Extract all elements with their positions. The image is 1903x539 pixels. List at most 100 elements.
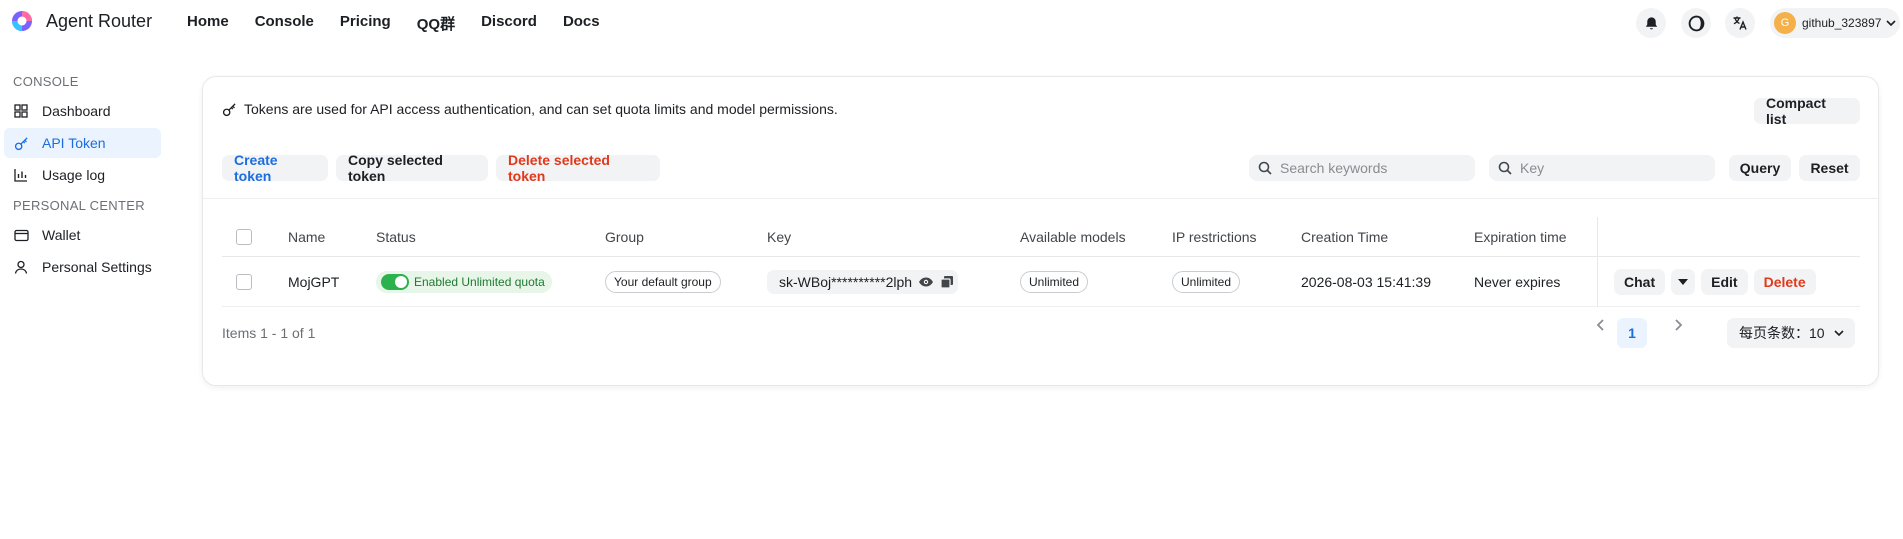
chevron-left-icon [1596,319,1604,331]
language-button[interactable] [1725,8,1755,38]
sidebar-item-label: Personal Settings [42,259,152,275]
nav-pricing[interactable]: Pricing [340,13,391,34]
brand-name[interactable]: Agent Router [46,11,152,32]
column-header-available-models[interactable]: Available models [1020,217,1126,256]
delete-selected-token-button[interactable]: Delete selected token [496,152,660,184]
ip-cell: Unlimited [1172,257,1241,306]
select-all-checkbox[interactable] [236,228,252,245]
sidebar-item-label: API Token [42,135,106,151]
token-name: MojGPT [288,273,340,290]
nav-console[interactable]: Console [255,13,314,34]
sidebar-item-dashboard[interactable]: Dashboard [4,96,161,126]
tokens-card: Tokens are used for API access authentic… [202,76,1879,386]
dashboard-icon [13,103,29,119]
chevron-down-icon [1834,330,1844,337]
key-input[interactable] [1520,160,1700,176]
copy-icon[interactable] [940,275,954,289]
reset-button[interactable]: Reset [1799,155,1860,181]
pagination: 1 [1617,318,1647,348]
sidebar-item-wallet[interactable]: Wallet [4,220,161,250]
sidebar-item-label: Dashboard [42,103,111,119]
key-icon [222,102,237,117]
column-header-creation-time[interactable]: Creation Time [1301,217,1388,256]
page-number-button[interactable]: 1 [1617,318,1647,348]
status-cell: Enabled Unlimited quota [376,257,552,306]
chat-button[interactable]: Chat [1614,268,1666,295]
select-all-cell [236,217,252,256]
prev-page-button[interactable] [1595,318,1607,332]
chevron-down-icon [1886,20,1896,27]
status-text: Enabled Unlimited quota [414,274,545,289]
table-row[interactable]: MojGPT Enabled Unlimited quota Your defa… [222,257,1860,307]
page-size-label: 每页条数：10 [1739,325,1825,341]
card-header: Tokens are used for API access authentic… [203,77,1878,199]
moon-icon [1688,15,1704,31]
search-icon [1498,161,1512,175]
nav-qq-group[interactable]: QQ群 [417,13,455,34]
nav-home[interactable]: Home [187,13,229,34]
search-icon [1258,161,1272,175]
row-actions: Chat Edit Delete [1614,257,1816,306]
key-icon [13,135,29,151]
translate-icon [1733,16,1747,30]
copy-selected-token-button[interactable]: Copy selected token [336,152,488,184]
key-cell: sk-WBoj**********2lph [767,257,959,306]
models-cell: Unlimited [1020,257,1089,306]
row-checkbox[interactable] [236,273,252,290]
ip-restrictions-tag: Unlimited [1172,270,1241,293]
column-header-expiration-time[interactable]: Expiration time [1474,217,1567,256]
expiration-time: Never expires [1474,273,1561,290]
token-enabled-toggle[interactable] [381,273,409,290]
models-tag: Unlimited [1020,270,1089,293]
user-icon [13,259,29,275]
chat-dropdown-button[interactable] [1671,268,1696,295]
column-header-name[interactable]: Name [288,217,325,256]
notice-text: Tokens are used for API access authentic… [244,101,838,117]
key-search-box [1489,155,1715,181]
chevron-right-icon [1675,319,1683,331]
page-size-control: 每页条数：10 [1727,318,1855,348]
token-key-box: sk-WBoj**********2lph [767,269,959,294]
caret-down-icon [1678,278,1689,285]
column-header-status[interactable]: Status [376,217,416,256]
row-select-cell [236,257,252,306]
search-keywords-input[interactable] [1280,160,1460,176]
sidebar: CONSOLE Dashboard API Token Usage log PE… [0,70,170,284]
delete-button[interactable]: Delete [1753,268,1816,295]
sidebar-item-label: Usage log [42,167,106,183]
creation-time: 2026-08-03 15:41:39 [1301,273,1431,290]
column-header-key[interactable]: Key [767,217,791,256]
bell-icon [1645,16,1657,29]
nav-discord[interactable]: Discord [481,13,537,34]
tokens-table: Name Status Group Key Available models I… [222,217,1860,307]
sidebar-item-label: Wallet [42,227,81,243]
theme-toggle-button[interactable] [1681,8,1711,38]
sidebar-item-personal-settings[interactable]: Personal Settings [4,252,161,282]
tokens-notice: Tokens are used for API access authentic… [222,101,838,117]
sidebar-item-api-token[interactable]: API Token [4,128,161,158]
top-navbar: Agent Router Home Console Pricing QQ群 Di… [0,0,1903,44]
compact-list-button[interactable]: Compact list [1754,95,1860,127]
query-button[interactable]: Query [1729,155,1791,181]
group-tag: Your default group [605,270,721,293]
group-cell: Your default group [605,257,721,306]
nav-docs[interactable]: Docs [563,13,600,34]
column-header-group[interactable]: Group [605,217,644,256]
table-header: Name Status Group Key Available models I… [222,217,1860,257]
page-size-select[interactable]: 每页条数：10 [1727,318,1855,348]
create-token-button[interactable]: Create token [222,152,328,184]
eye-icon[interactable] [918,276,934,288]
user-menu[interactable]: G github_323897 [1770,8,1900,38]
notifications-button[interactable] [1636,8,1666,38]
keyword-search-box [1249,155,1475,181]
logo-icon[interactable] [11,10,33,32]
status-badge: Enabled Unlimited quota [376,270,552,293]
main-nav: Home Console Pricing QQ群 Discord Docs [187,13,600,34]
sidebar-item-usage-log[interactable]: Usage log [4,160,161,190]
edit-button[interactable]: Edit [1701,268,1748,295]
items-count: Items 1 - 1 of 1 [222,325,316,341]
column-header-ip-restrictions[interactable]: IP restrictions [1172,217,1257,256]
next-page-button[interactable] [1672,318,1684,332]
token-key-text: sk-WBoj**********2lph [779,273,913,290]
username: github_323897 [1802,16,1882,30]
